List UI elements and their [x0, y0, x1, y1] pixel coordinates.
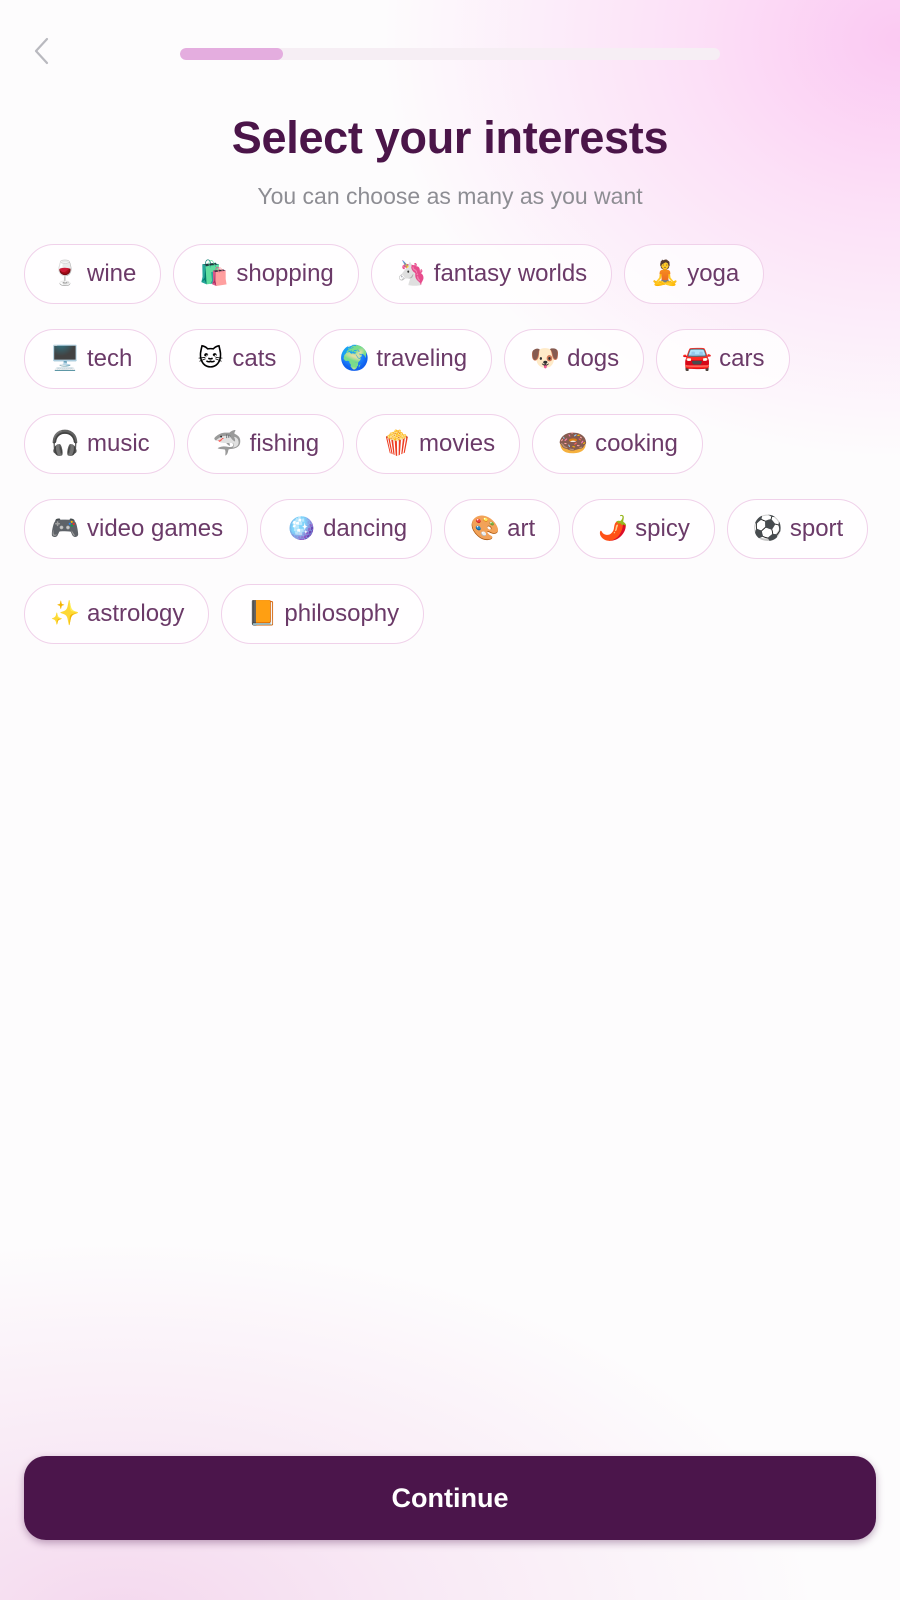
interest-chip-cooking[interactable]: 🍩 cooking [532, 414, 703, 474]
interest-label: shopping [236, 260, 334, 287]
interest-emoji-icon: 🌍 [339, 345, 370, 372]
interest-chip-tech[interactable]: 🖥️ tech [24, 329, 158, 389]
interest-chip-traveling[interactable]: 🌍 traveling [313, 329, 493, 389]
interest-label: tech [87, 345, 133, 372]
interest-emoji-icon: 🌶️ [598, 515, 629, 542]
interest-chip-fantasy-worlds[interactable]: 🦄 fantasy worlds [370, 244, 613, 304]
back-button[interactable] [26, 36, 56, 70]
interest-emoji-icon: 🐱 [197, 345, 223, 372]
interest-emoji-icon: 🎮 [50, 515, 80, 542]
interest-label: video games [87, 515, 224, 542]
interest-label: music [87, 430, 150, 457]
interest-label: cats [232, 345, 277, 372]
interest-emoji-icon: 🍩 [558, 430, 589, 457]
interest-chip-shopping[interactable]: 🛍️ shopping [173, 244, 359, 304]
interest-chip-list: 🍷 wine 🛍️ shopping 🦄 fantasy worlds 🧘 yoga 🖥️ tec… [24, 244, 884, 644]
interest-emoji-icon: ✨ [50, 600, 80, 627]
interest-emoji-icon: 🛍️ [199, 260, 230, 287]
interest-label: traveling [376, 345, 468, 372]
interest-label: philosophy [284, 600, 400, 627]
page-subtitle: You can choose as many as you want [257, 183, 643, 209]
interest-chip-dancing[interactable]: 🪩 dancing [260, 499, 433, 559]
interest-label: spicy [635, 515, 690, 542]
interest-label: cars [719, 345, 765, 372]
continue-button[interactable]: Continue [24, 1456, 876, 1540]
interest-label: sport [789, 515, 844, 542]
interest-label: art [507, 515, 536, 542]
interest-label: astrology [87, 600, 185, 627]
interest-emoji-icon: 🍿 [382, 430, 412, 457]
interest-emoji-icon: 🐶 [530, 345, 561, 372]
interest-emoji-icon: 🦈 [212, 430, 243, 457]
interest-emoji-icon: 🖥️ [50, 345, 80, 372]
interest-emoji-icon: 🪩 [286, 515, 317, 542]
interest-label: wine [87, 260, 137, 287]
interest-emoji-icon: 🚘 [682, 345, 713, 372]
interest-emoji-icon: 🧘 [650, 260, 681, 287]
interest-chip-wine[interactable]: 🍷 wine [24, 244, 162, 304]
interest-chip-sport[interactable]: ⚽ sport [726, 499, 869, 559]
interest-chip-spicy[interactable]: 🌶️ spicy [572, 499, 715, 559]
interest-chip-philosophy[interactable]: 📙 philosophy [221, 584, 425, 644]
chevron-left-icon [31, 35, 51, 72]
interest-chip-cars[interactable]: 🚘 cars [656, 329, 790, 389]
interest-emoji-icon: 📙 [247, 600, 278, 627]
interest-label: fishing [249, 430, 320, 457]
interest-chip-dogs[interactable]: 🐶 dogs [504, 329, 645, 389]
progress-bar [180, 48, 720, 60]
interest-chip-cats[interactable]: 🐱 cats [169, 329, 302, 389]
interest-emoji-icon: 🦄 [396, 260, 427, 287]
interest-emoji-icon: 🎨 [470, 515, 501, 542]
progress-bar-fill [180, 48, 283, 60]
interest-label: fantasy worlds [433, 260, 588, 287]
interest-emoji-icon: 🍷 [50, 260, 80, 287]
interest-chip-fishing[interactable]: 🦈 fishing [186, 414, 345, 474]
interest-label: yoga [687, 260, 740, 287]
interest-chip-art[interactable]: 🎨 art [444, 499, 561, 559]
interest-chip-astrology[interactable]: ✨ astrology [24, 584, 210, 644]
interest-label: dogs [567, 345, 620, 372]
interest-label: cooking [595, 430, 678, 457]
interest-chip-yoga[interactable]: 🧘 yoga [624, 244, 765, 304]
interest-emoji-icon: ⚽ [752, 515, 783, 542]
interest-chip-music[interactable]: 🎧 music [24, 414, 175, 474]
interest-label: dancing [323, 515, 408, 542]
interest-emoji-icon: 🎧 [50, 430, 80, 457]
interest-chip-movies[interactable]: 🍿 movies [356, 414, 521, 474]
interest-chip-video-games[interactable]: 🎮 video games [24, 499, 249, 559]
page-title: Select your interests [231, 112, 669, 163]
interest-label: movies [419, 430, 496, 457]
